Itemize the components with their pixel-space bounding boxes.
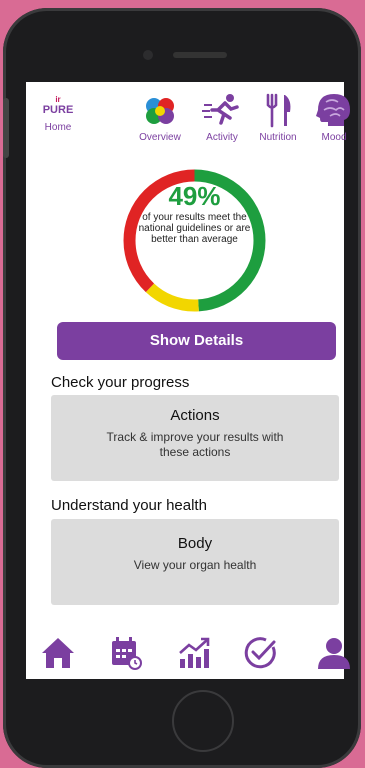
fork-knife-icon (266, 93, 291, 128)
actions-card-description: Track & improve your results with these … (106, 430, 284, 459)
chart-growth-icon[interactable] (176, 635, 212, 671)
tab-nutrition-label: Nutrition (259, 132, 297, 143)
calendar-icon[interactable] (108, 635, 144, 671)
tab-activity-label: Activity (206, 132, 238, 143)
app-logo: ir PURE (42, 95, 74, 116)
tab-overview[interactable]: Overview (134, 92, 186, 143)
show-details-button[interactable]: Show Details (57, 322, 336, 360)
home-icon[interactable] (40, 635, 76, 671)
actions-card-title: Actions (170, 407, 220, 424)
bottom-navigation (26, 627, 350, 679)
home-tab[interactable]: ir PURE Home (38, 94, 78, 133)
score-summary: 49% of your results meet the national gu… (136, 182, 253, 245)
progress-section-title: Check your progress (51, 374, 190, 391)
app-screen: ir PURE Home Overview Activity Nutrition… (26, 82, 350, 679)
body-card-description: View your organ health (133, 558, 257, 572)
brain-icon (316, 94, 350, 126)
running-icon (202, 94, 239, 125)
body-card[interactable]: Body View your organ health (51, 519, 339, 605)
hardware-home-button[interactable] (172, 690, 234, 752)
tab-activity[interactable]: Activity (196, 92, 248, 143)
speaker (173, 52, 227, 58)
body-card-title: Body (177, 535, 213, 552)
overview-icon (146, 98, 174, 124)
score-description: of your results meet the national guidel… (138, 212, 251, 245)
home-label: Home (44, 122, 72, 133)
health-section-title: Understand your health (51, 497, 207, 514)
score-percent: 49% (168, 181, 221, 211)
tab-mood-label: Mood (321, 132, 347, 143)
tab-mood[interactable]: Mood (308, 92, 360, 143)
tab-overview-label: Overview (139, 132, 181, 143)
top-navigation: ir PURE Home Overview Activity Nutrition… (26, 82, 350, 152)
user-icon[interactable] (316, 635, 352, 671)
tab-nutrition[interactable]: Nutrition (252, 92, 304, 143)
actions-card[interactable]: Actions Track & improve your results wit… (51, 395, 339, 481)
front-camera (143, 50, 153, 60)
check-circle-icon[interactable] (242, 635, 278, 671)
side-button (3, 98, 9, 158)
